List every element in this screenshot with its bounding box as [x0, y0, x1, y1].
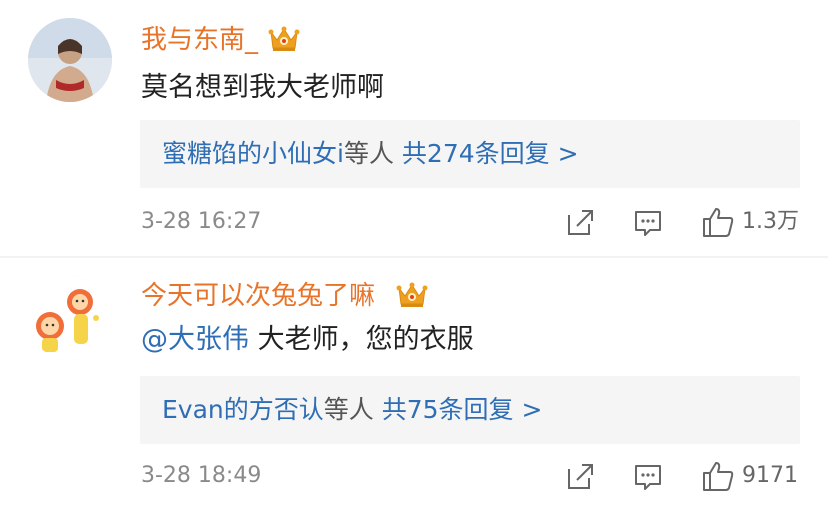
reply-summary-text: 蜜糖馅的小仙女i等人 共274条回复 > — [162, 137, 579, 171]
share-button[interactable] — [565, 460, 595, 492]
reply-names[interactable]: 蜜糖馅的小仙女i — [162, 139, 344, 168]
comment-button[interactable] — [633, 460, 663, 492]
comment-icon — [635, 211, 661, 236]
share-icon — [568, 464, 593, 489]
like-count: 9171 — [742, 463, 798, 488]
comment-item: 今天可以次兔兔了嘛 @大张伟 大老师，您的衣服 Evan的方否认等人 共75条回… — [0, 258, 828, 518]
reply-names[interactable]: Evan的方否认 — [162, 395, 324, 424]
username[interactable]: 我与东南_ — [141, 24, 258, 56]
comment-meta: 3-28 18:49 9171 — [0, 456, 828, 496]
timestamp: 3-28 18:49 — [141, 463, 262, 488]
comment-meta: 3-28 16:27 1.3万 — [0, 202, 828, 242]
comment-icon — [635, 465, 661, 490]
reply-suffix: 等人 — [323, 395, 374, 424]
reply-summary[interactable]: Evan的方否认等人 共75条回复 > — [140, 376, 800, 444]
comment-text: 莫名想到我大老师啊 — [141, 70, 384, 106]
like-count: 1.3万 — [742, 209, 799, 234]
crown-icon — [268, 26, 300, 51]
timestamp: 3-28 16:27 — [141, 209, 262, 234]
share-icon — [568, 210, 593, 235]
username[interactable]: 今天可以次兔兔了嘛 — [141, 280, 375, 312]
reply-summary[interactable]: 蜜糖馅的小仙女i等人 共274条回复 > — [140, 120, 800, 188]
avatar[interactable] — [28, 276, 112, 360]
reply-count-link[interactable]: 共75条回复 > — [382, 395, 543, 424]
avatar[interactable] — [28, 18, 112, 102]
comment-body: 莫名想到我大老师啊 — [141, 72, 384, 103]
like-button[interactable]: 1.3万 — [702, 206, 812, 238]
reply-count-link[interactable]: 共274条回复 > — [402, 139, 579, 168]
comment-button[interactable] — [633, 206, 663, 238]
share-button[interactable] — [565, 206, 595, 238]
crown-icon — [396, 282, 428, 307]
like-button[interactable]: 9171 — [702, 460, 812, 492]
comment-body: 大老师，您的衣服 — [257, 324, 474, 355]
comment-text: @大张伟 大老师，您的衣服 — [141, 322, 474, 358]
reply-summary-text: Evan的方否认等人 共75条回复 > — [162, 393, 542, 427]
comment-item: 我与东南_ 莫名想到我大老师啊 蜜糖馅的小仙女i等人 共274条回复 > 3-2… — [0, 0, 828, 258]
thumbs-up-icon — [703, 208, 734, 237]
reply-suffix: 等人 — [343, 139, 394, 168]
mention-link[interactable]: @大张伟 — [141, 324, 249, 355]
thumbs-up-icon — [703, 462, 734, 491]
